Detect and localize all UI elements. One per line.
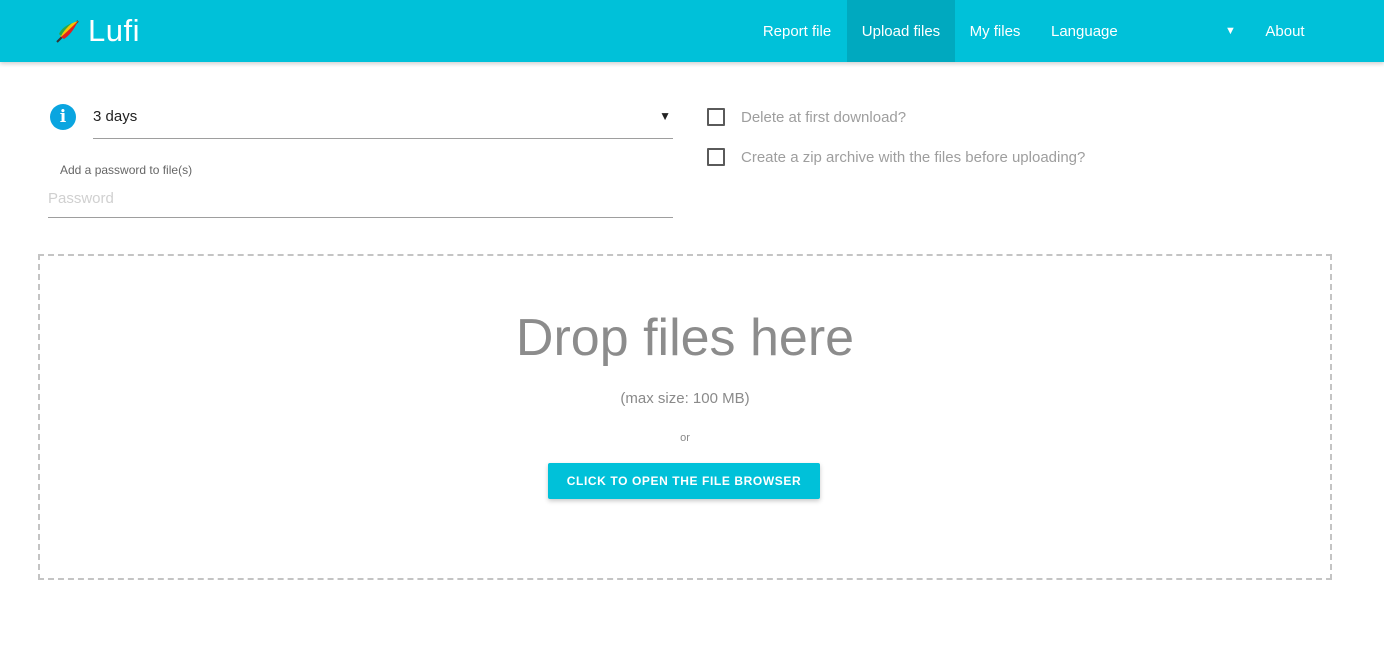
drop-files-title: Drop files here <box>515 309 855 367</box>
open-file-browser-button[interactable]: CLICK TO OPEN THE FILE BROWSER <box>548 463 820 499</box>
nav-upload-files[interactable]: Upload files <box>847 0 955 62</box>
chevron-down-icon: ▼ <box>659 109 671 123</box>
max-size-text: (max size: 100 MB) <box>620 390 750 407</box>
nav-report-file[interactable]: Report file <box>749 0 845 62</box>
password-input[interactable] <box>48 180 673 218</box>
brand-link[interactable]: Lufi <box>54 12 140 50</box>
or-text: or <box>680 432 690 444</box>
lufi-feather-logo-icon <box>56 20 79 43</box>
delete-first-download-label[interactable]: Delete at first download? <box>741 109 906 126</box>
nav-my-files[interactable]: My files <box>957 0 1033 62</box>
password-label: Add a password to file(s) <box>60 163 193 177</box>
brand-name: Lufi <box>88 13 140 48</box>
chevron-down-icon: ▼ <box>1225 25 1236 37</box>
top-navbar: Lufi Report file Upload files My files L… <box>0 0 1384 62</box>
nav-language-label: Language <box>1051 22 1118 40</box>
zip-archive-label[interactable]: Create a zip archive with the files befo… <box>741 149 1085 166</box>
info-icon[interactable]: i <box>50 104 76 130</box>
delay-select-value: 3 days <box>93 108 138 125</box>
file-dropzone[interactable]: Drop files here (max size: 100 MB) or CL… <box>38 254 1332 580</box>
zip-archive-checkbox[interactable] <box>707 148 725 166</box>
delete-first-download-checkbox[interactable] <box>707 108 725 126</box>
delay-select[interactable]: 3 days ▼ <box>93 98 673 139</box>
nav-language-select[interactable]: Language ▼ <box>1035 0 1245 62</box>
nav-about[interactable]: About <box>1249 0 1321 62</box>
